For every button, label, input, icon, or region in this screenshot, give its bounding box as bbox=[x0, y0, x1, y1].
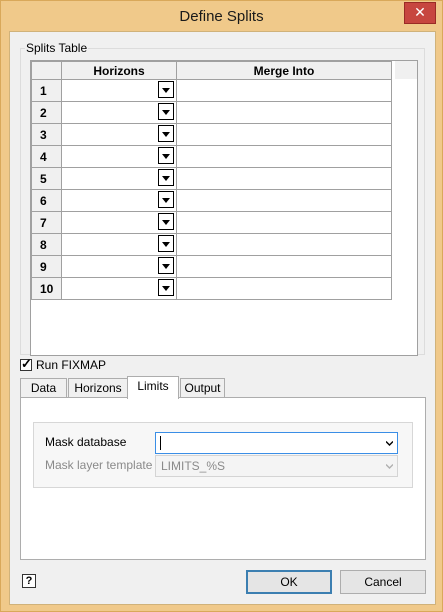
run-fixmap-label[interactable]: Run FIXMAP bbox=[36, 358, 106, 372]
splits-table: Horizons Merge Into 1 2 3 4 5 6 7 8 9 10 bbox=[31, 61, 392, 300]
help-icon[interactable]: ? bbox=[22, 574, 36, 588]
table-row: 2 bbox=[31, 101, 392, 124]
merge-into-cell[interactable] bbox=[176, 233, 392, 256]
horizon-cell[interactable] bbox=[61, 145, 177, 168]
tab-data[interactable]: Data bbox=[20, 378, 67, 398]
chevron-down-icon[interactable] bbox=[386, 440, 393, 447]
row-number[interactable]: 8 bbox=[31, 233, 62, 256]
table-row: 5 bbox=[31, 167, 392, 190]
mask-layer-template-label: Mask layer template bbox=[45, 458, 153, 472]
table-row: 10 bbox=[31, 277, 392, 300]
table-row: 9 bbox=[31, 255, 392, 278]
merge-into-cell[interactable] bbox=[176, 79, 392, 102]
tab-horizons[interactable]: Horizons bbox=[68, 378, 128, 398]
column-header-horizons[interactable]: Horizons bbox=[61, 61, 177, 80]
horizon-cell[interactable] bbox=[61, 167, 177, 190]
table-row: 1 bbox=[31, 79, 392, 102]
mask-layer-template-value: LIMITS_%S bbox=[161, 459, 226, 473]
dropdown-arrow-icon[interactable] bbox=[158, 191, 174, 208]
table-row: 8 bbox=[31, 233, 392, 256]
dropdown-arrow-icon[interactable] bbox=[158, 81, 174, 98]
horizon-cell[interactable] bbox=[61, 277, 177, 300]
horizon-cell[interactable] bbox=[61, 79, 177, 102]
merge-into-cell[interactable] bbox=[176, 167, 392, 190]
horizon-cell[interactable] bbox=[61, 255, 177, 278]
dropdown-arrow-icon[interactable] bbox=[158, 235, 174, 252]
table-row: 6 bbox=[31, 189, 392, 212]
horizon-cell[interactable] bbox=[61, 101, 177, 124]
merge-into-cell[interactable] bbox=[176, 277, 392, 300]
cancel-button[interactable]: Cancel bbox=[340, 570, 426, 594]
text-cursor bbox=[160, 436, 161, 450]
merge-into-cell[interactable] bbox=[176, 101, 392, 124]
dropdown-arrow-icon[interactable] bbox=[158, 147, 174, 164]
merge-into-cell[interactable] bbox=[176, 145, 392, 168]
dropdown-arrow-icon[interactable] bbox=[158, 125, 174, 142]
dropdown-arrow-icon[interactable] bbox=[158, 213, 174, 230]
mask-layer-template-input: LIMITS_%S bbox=[155, 455, 398, 477]
row-number[interactable]: 6 bbox=[31, 189, 62, 212]
mask-database-input[interactable] bbox=[155, 432, 398, 454]
dropdown-arrow-icon[interactable] bbox=[158, 279, 174, 296]
mask-database-label: Mask database bbox=[45, 435, 127, 449]
tab-limits[interactable]: Limits bbox=[127, 376, 179, 399]
row-number-header bbox=[31, 61, 62, 80]
row-number[interactable]: 10 bbox=[31, 277, 62, 300]
table-row: 4 bbox=[31, 145, 392, 168]
mask-settings-group: Mask database Mask layer template LIMITS… bbox=[33, 422, 413, 488]
row-number[interactable]: 7 bbox=[31, 211, 62, 234]
window-title: Define Splits bbox=[179, 8, 264, 25]
close-button[interactable]: ✕ bbox=[404, 2, 436, 24]
column-header-merge-into[interactable]: Merge Into bbox=[176, 61, 392, 80]
horizon-cell[interactable] bbox=[61, 233, 177, 256]
ok-button[interactable]: OK bbox=[246, 570, 332, 594]
merge-into-cell[interactable] bbox=[176, 255, 392, 278]
dropdown-arrow-icon[interactable] bbox=[158, 103, 174, 120]
table-row: 7 bbox=[31, 211, 392, 234]
title-bar[interactable]: Define Splits ✕ bbox=[1, 1, 442, 31]
run-fixmap-checkbox[interactable] bbox=[20, 356, 32, 372]
row-number[interactable]: 5 bbox=[31, 167, 62, 190]
dialog-client-area: Splits Table Horizons Merge Into 1234567… bbox=[9, 31, 436, 605]
mask-database-combo[interactable] bbox=[155, 432, 398, 454]
merge-into-cell[interactable] bbox=[176, 123, 392, 146]
row-number[interactable]: 4 bbox=[31, 145, 62, 168]
horizon-cell[interactable] bbox=[61, 189, 177, 212]
merge-into-cell[interactable] bbox=[176, 189, 392, 212]
row-number[interactable]: 1 bbox=[31, 79, 62, 102]
table-header-row: Horizons Merge Into bbox=[31, 61, 392, 80]
row-number[interactable]: 3 bbox=[31, 123, 62, 146]
mask-layer-template-combo: LIMITS_%S bbox=[155, 455, 398, 477]
chevron-down-icon bbox=[386, 463, 393, 470]
horizon-cell[interactable] bbox=[61, 123, 177, 146]
merge-into-cell[interactable] bbox=[176, 211, 392, 234]
row-number[interactable]: 9 bbox=[31, 255, 62, 278]
splits-table-group-label: Splits Table bbox=[25, 41, 89, 55]
table-row: 3 bbox=[31, 123, 392, 146]
close-icon: ✕ bbox=[414, 4, 426, 20]
dropdown-arrow-icon[interactable] bbox=[158, 169, 174, 186]
dialog-window: Define Splits ✕ Splits Table Horizons Me… bbox=[0, 0, 443, 612]
grid-header-filler bbox=[395, 61, 417, 79]
horizon-cell[interactable] bbox=[61, 211, 177, 234]
row-number[interactable]: 2 bbox=[31, 101, 62, 124]
splits-table-grid[interactable]: Horizons Merge Into 1 2 3 4 5 6 7 8 9 10 bbox=[30, 60, 418, 356]
tab-output[interactable]: Output bbox=[180, 378, 225, 398]
dropdown-arrow-icon[interactable] bbox=[158, 257, 174, 274]
limits-tab-panel: Mask database Mask layer template LIMITS… bbox=[20, 397, 426, 560]
